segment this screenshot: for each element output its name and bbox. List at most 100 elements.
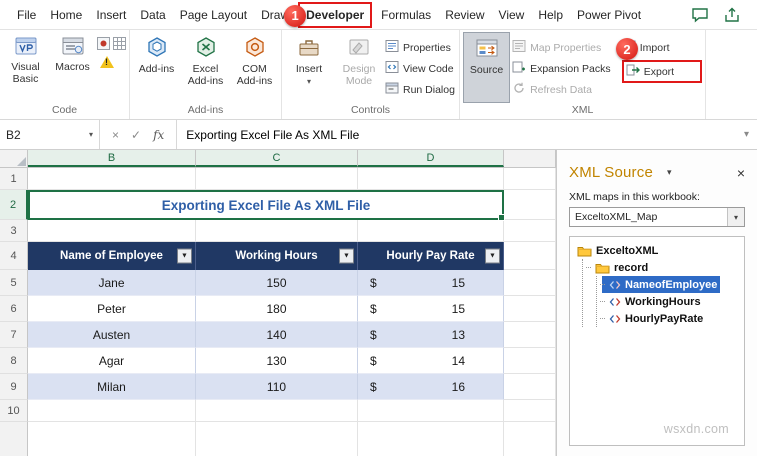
filter-icon[interactable]: ▼ [339,248,354,264]
insert-dropdown-icon[interactable]: ▾ [307,77,311,87]
row-header-3[interactable]: 3 [0,220,28,242]
column-header-d[interactable]: D [358,150,504,167]
enter-icon[interactable]: ✓ [131,128,141,142]
tab-insert[interactable]: Insert [89,2,133,28]
formula-input[interactable]: Exporting Excel File As XML File [177,120,736,149]
insert-function-icon[interactable]: fx [153,128,164,142]
sheet-title-cell[interactable]: Exporting Excel File As XML File [28,190,505,221]
cell-working-hours[interactable]: 130 [196,348,358,374]
empty-cell[interactable] [504,348,556,374]
tab-draw[interactable]: Draw 1 [254,2,307,28]
tree-node-root[interactable]: ExceltoXML [574,242,661,259]
record-macro-icon[interactable] [97,37,110,53]
cell-hourly-rate[interactable]: $ 16 [358,374,504,400]
row-header-6[interactable]: 6 [0,296,28,322]
formula-bar-expand-icon[interactable]: ▾ [736,120,757,149]
empty-cell[interactable] [504,190,556,220]
empty-cell[interactable] [504,220,556,242]
filter-icon[interactable]: ▼ [485,248,500,264]
excel-addins-button[interactable]: Excel Add-ins [182,32,229,103]
column-header-b[interactable]: B [28,150,196,167]
row-header-10[interactable]: 10 [0,400,28,422]
empty-cell[interactable] [28,422,196,456]
expansion-packs-button[interactable]: Expansion Packs [512,60,620,77]
row-header-4[interactable]: 4 [0,242,28,270]
empty-cell[interactable] [504,422,556,456]
empty-cell[interactable] [504,322,556,348]
com-addins-button[interactable]: COM Add-ins [231,32,278,103]
properties-button[interactable]: Properties [385,39,455,56]
tab-file[interactable]: File [10,2,43,28]
view-code-button[interactable]: View Code [385,60,455,77]
name-box[interactable]: B2 ▾ [0,120,100,149]
empty-cell[interactable] [196,220,358,242]
tab-data[interactable]: Data [133,2,172,28]
table-header-name[interactable]: Name of Employee ▼ [28,242,196,270]
row-header-2[interactable]: 2 [0,190,28,220]
cell-hourly-rate[interactable]: $ 14 [358,348,504,374]
pane-options-dropdown-icon[interactable]: ▾ [667,167,672,178]
empty-cell[interactable] [504,168,556,190]
tab-power-pivot[interactable]: Power Pivot [570,2,648,28]
empty-cell[interactable] [504,374,556,400]
empty-cell[interactable] [358,400,504,422]
column-header-c[interactable]: C [196,150,358,167]
pane-close-icon[interactable]: × [737,165,745,181]
cancel-icon[interactable]: × [112,128,119,142]
tab-page-layout[interactable]: Page Layout [173,2,254,28]
empty-cell[interactable] [196,422,358,456]
export-button[interactable]: Export [626,63,674,80]
empty-cell[interactable] [28,400,196,422]
cell-hourly-rate[interactable]: $ 15 [358,270,504,296]
select-all-corner[interactable] [0,150,28,167]
table-header-hours[interactable]: Working Hours ▼ [196,242,358,270]
cell-employee-name[interactable]: Milan [28,374,196,400]
empty-cell[interactable] [196,168,358,190]
cell-hourly-rate[interactable]: $ 13 [358,322,504,348]
empty-cell[interactable] [504,400,556,422]
macro-security-warning-icon[interactable] [100,56,114,68]
cell-working-hours[interactable]: 150 [196,270,358,296]
tab-review[interactable]: Review [438,2,491,28]
cell-employee-name[interactable]: Jane [28,270,196,296]
empty-cell[interactable] [504,270,556,296]
cell-employee-name[interactable]: Agar [28,348,196,374]
tab-home[interactable]: Home [43,2,89,28]
map-properties-button[interactable]: Map Properties [512,39,620,56]
row-header-7[interactable]: 7 [0,322,28,348]
comments-icon[interactable] [691,7,709,23]
empty-cell[interactable] [358,220,504,242]
row-header-partial[interactable] [0,422,28,456]
cell-hourly-rate[interactable]: $ 15 [358,296,504,322]
xml-source-button[interactable]: Source [463,32,511,103]
tab-developer[interactable]: Developer [298,1,373,28]
dropdown-arrow-icon[interactable]: ▾ [727,208,744,226]
tree-node-field[interactable]: WorkingHours [602,293,704,310]
tree-node-field[interactable]: HourlyPayRate [602,310,706,327]
empty-cell[interactable] [358,168,504,190]
cell-working-hours[interactable]: 110 [196,374,358,400]
cell-working-hours[interactable]: 180 [196,296,358,322]
cell-employee-name[interactable]: Peter [28,296,196,322]
tab-formulas[interactable]: Formulas [374,2,438,28]
design-mode-button[interactable]: Design Mode [335,32,383,103]
row-header-1[interactable]: 1 [0,168,28,190]
filter-icon[interactable]: ▼ [177,248,192,264]
row-header-5[interactable]: 5 [0,270,28,296]
addins-button[interactable]: Add-ins [133,32,180,103]
insert-control-button[interactable]: Insert ▾ [285,32,333,103]
empty-cell[interactable] [504,296,556,322]
empty-cell[interactable] [358,422,504,456]
table-header-rate[interactable]: Hourly Pay Rate ▼ [358,242,504,270]
tree-node-record[interactable]: record [588,259,651,276]
macros-button[interactable]: Macros [50,32,95,103]
empty-cell[interactable] [28,168,196,190]
row-header-8[interactable]: 8 [0,348,28,374]
empty-cell[interactable] [28,220,196,242]
cell-employee-name[interactable]: Austen [28,322,196,348]
share-icon[interactable] [723,7,741,23]
tree-node-field-selected[interactable]: NameofEmployee [602,276,721,293]
empty-cell[interactable] [196,400,358,422]
tab-help[interactable]: Help [531,2,570,28]
name-box-dropdown-icon[interactable]: ▾ [89,130,93,139]
